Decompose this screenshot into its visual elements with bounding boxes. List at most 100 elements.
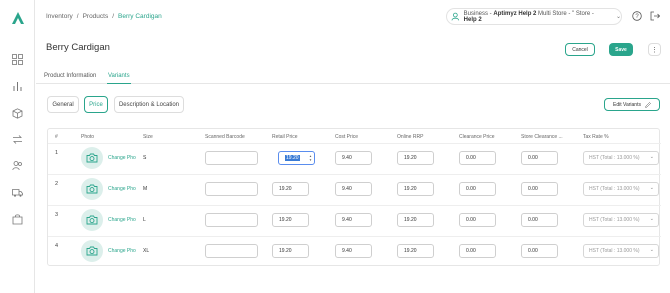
users-icon[interactable] [12, 160, 23, 171]
online-rrp-input[interactable]: 19.20 [397, 244, 434, 258]
breadcrumb-separator: / [112, 13, 115, 20]
user-icon [451, 12, 460, 21]
retail-price-value: 19.20 [285, 155, 300, 161]
barcode-input[interactable] [205, 244, 258, 258]
transfer-icon[interactable] [12, 134, 23, 145]
online-rrp-input[interactable]: 19.20 [397, 213, 434, 227]
store-clearance-input[interactable]: 0.00 [521, 182, 558, 196]
size-value: M [143, 186, 148, 192]
tab-bar: Product Information Variants [36, 68, 670, 84]
box-icon[interactable] [12, 108, 23, 119]
clearance-price-input[interactable]: 0.00 [459, 151, 496, 165]
store-clearance-input[interactable]: 0.00 [521, 244, 558, 258]
logo-icon [12, 12, 24, 24]
barcode-input[interactable] [205, 182, 258, 196]
business-text: Business - Aptimyz Help 2 Multi Store - … [463, 10, 594, 23]
tax-rate-value: HST (Total : 13.000 %) [589, 155, 640, 161]
table-row: 2 Change Pho M 19.20 9.40 19.20 0.00 0.0… [48, 174, 661, 205]
tax-rate-select[interactable]: HST (Total : 13.000 %) ⌄ [583, 151, 659, 165]
clearance-price-input[interactable]: 0.00 [459, 213, 496, 227]
store-clearance-input[interactable]: 0.00 [521, 213, 558, 227]
help-icon[interactable]: ? [632, 11, 642, 21]
cost-price-input[interactable]: 9.40 [335, 151, 372, 165]
header-tax-rate: Tax Rate % [583, 134, 609, 140]
change-photo-link[interactable]: Change Pho [108, 248, 138, 254]
clearance-price-input[interactable]: 0.00 [459, 182, 496, 196]
retail-price-input[interactable]: 19.20 [272, 244, 309, 258]
edit-variants-label: Edit Variants [613, 101, 641, 108]
dashboard-icon[interactable] [12, 54, 23, 65]
retail-price-input[interactable]: 19.20 [272, 182, 309, 196]
size-value: XL [143, 248, 150, 254]
main-content: Inventory / Products / Berry Cardigan Busi… [36, 0, 670, 293]
breadcrumb-products[interactable]: Products [83, 13, 109, 20]
table-row: 4 Change Pho XL 19.20 9.40 19.20 0.00 0.… [48, 236, 661, 267]
active-tab-indicator [107, 83, 131, 84]
stepper-icon[interactable]: ▲ ▼ [309, 154, 312, 162]
logout-icon[interactable] [650, 11, 660, 21]
online-rrp-input[interactable]: 19.20 [397, 151, 434, 165]
cancel-button[interactable]: Cancel [565, 43, 595, 56]
subtab-general[interactable]: General [47, 96, 79, 113]
change-photo-link[interactable]: Change Pho [108, 186, 138, 192]
tax-rate-select[interactable]: HST (Total : 13.000 %) ⌄ [583, 244, 659, 258]
more-options-button[interactable]: ⋮ [648, 43, 661, 56]
retail-price-input[interactable]: 19.20 [272, 213, 309, 227]
variant-photo[interactable] [81, 209, 103, 231]
edit-variants-button[interactable]: Edit Variants [604, 98, 660, 111]
tax-rate-value: HST (Total : 13.000 %) [589, 217, 640, 223]
breadcrumb-separator: / [76, 13, 79, 20]
header-index: # [55, 134, 58, 140]
tab-variants[interactable]: Variants [108, 73, 130, 79]
tax-rate-value: HST (Total : 13.000 %) [589, 248, 640, 254]
barcode-input[interactable] [205, 213, 258, 227]
table-row: 3 Change Pho L 19.20 9.40 19.20 0.00 0.0… [48, 205, 661, 236]
retail-price-input[interactable]: 19.20 ▲ ▼ [278, 151, 315, 165]
header-retail-price: Retail Price [272, 134, 298, 140]
change-photo-link[interactable]: Change Pho [108, 217, 138, 223]
variant-photo[interactable] [81, 147, 103, 169]
chevron-down-icon: ⌄ [649, 185, 654, 191]
row-number: 2 [55, 181, 59, 187]
tax-rate-select[interactable]: HST (Total : 13.000 %) ⌄ [583, 213, 659, 227]
store-icon[interactable] [12, 214, 23, 225]
pencil-icon [645, 101, 651, 108]
reports-icon[interactable] [12, 81, 23, 92]
row-number: 1 [55, 150, 59, 156]
header-store-clearance: Store Clearance ... [521, 134, 563, 140]
camera-icon [86, 246, 98, 256]
row-number: 4 [55, 243, 59, 249]
camera-icon [86, 153, 98, 163]
header-online-rrp: Online RRP [397, 134, 424, 140]
store-clearance-input[interactable]: 0.00 [521, 151, 558, 165]
breadcrumb-inventory[interactable]: Inventory [46, 13, 73, 20]
header-photo: Photo [81, 134, 95, 140]
camera-icon [86, 215, 98, 225]
cost-price-input[interactable]: 9.40 [335, 182, 372, 196]
header-size: Size [143, 134, 153, 140]
chevron-down-icon: ⌄ [615, 14, 621, 20]
header-cost-price: Cost Price [335, 134, 359, 140]
subtab-description-location[interactable]: Description & Location [114, 96, 184, 113]
clearance-price-input[interactable]: 0.00 [459, 244, 496, 258]
variant-photo[interactable] [81, 178, 103, 200]
size-value: S [143, 155, 147, 161]
variant-photo[interactable] [81, 240, 103, 262]
change-photo-link[interactable]: Change Pho [108, 155, 138, 161]
cost-price-input[interactable]: 9.40 [335, 244, 372, 258]
truck-icon[interactable] [12, 187, 23, 198]
size-value: L [143, 217, 146, 223]
header-clearance-price: Clearance Price [459, 134, 495, 140]
variants-table: # Photo Size Scanned Barcode Retail Pric… [47, 128, 661, 267]
business-selector[interactable]: Business - Aptimyz Help 2 Multi Store - … [446, 8, 622, 25]
camera-icon [86, 184, 98, 194]
tax-rate-value: HST (Total : 13.000 %) [589, 186, 640, 192]
cost-price-input[interactable]: 9.40 [335, 213, 372, 227]
barcode-input[interactable] [205, 151, 258, 165]
save-button[interactable]: Save [609, 43, 633, 56]
subtab-price[interactable]: Price [84, 96, 108, 113]
chevron-down-icon: ⌄ [649, 247, 654, 253]
tax-rate-select[interactable]: HST (Total : 13.000 %) ⌄ [583, 182, 659, 196]
tab-product-information[interactable]: Product Information [44, 73, 96, 79]
online-rrp-input[interactable]: 19.20 [397, 182, 434, 196]
